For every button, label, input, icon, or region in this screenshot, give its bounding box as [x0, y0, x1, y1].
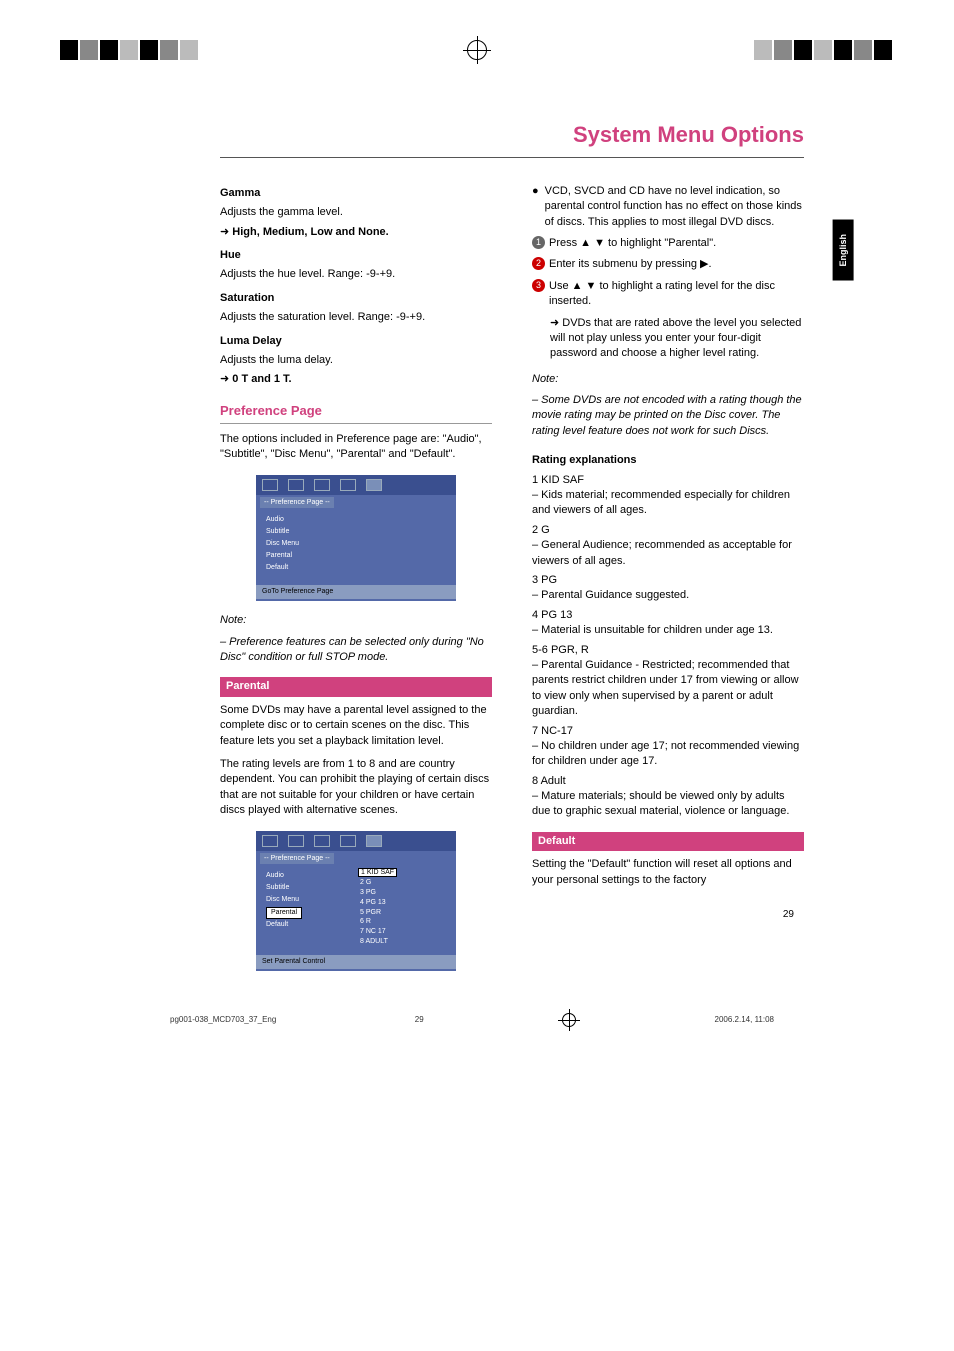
saturation-desc: Adjusts the saturation level. Range: -9-… [220, 310, 492, 325]
note-text: – Preference features can be selected on… [220, 635, 492, 666]
tab-icon [314, 479, 330, 491]
preference-page-desc: The options included in Preference page … [220, 432, 492, 463]
note-label: Note: [532, 372, 804, 387]
rating-option: 5 PGR [358, 908, 456, 918]
parental-p1: Some DVDs may have a parental level assi… [220, 703, 492, 749]
parental-heading: Parental [220, 677, 492, 696]
page-title: System Menu Options [220, 120, 804, 158]
menu-item: Subtitle [266, 882, 344, 894]
saturation-heading: Saturation [220, 291, 492, 306]
reg-center-icon [562, 1013, 576, 1027]
step-3-sub: ➜ DVDs that are rated above the level yo… [550, 316, 804, 362]
menu-item: Subtitle [266, 526, 446, 538]
menu-item: Audio [266, 870, 344, 882]
tab-icon [314, 835, 330, 847]
tab-icon-active [366, 835, 382, 847]
page-number: 29 [532, 908, 804, 922]
menu-item: Default [266, 562, 446, 574]
gamma-heading: Gamma [220, 186, 492, 201]
rating-4: 4 PG 13 – Material is unsuitable for chi… [532, 608, 804, 639]
menu-subtitle: -- Preference Page -- [260, 853, 334, 865]
footer-file: pg001-038_MCD703_37_Eng [170, 1014, 276, 1025]
tab-icon [288, 835, 304, 847]
gamma-desc: Adjusts the gamma level. [220, 205, 492, 220]
rating-option: 6 R [358, 917, 456, 927]
step-number-icon: 3 [532, 279, 545, 292]
luma-options: ➜ 0 T and 1 T. [220, 372, 492, 387]
parental-p2: The rating levels are from 1 to 8 and ar… [220, 757, 492, 819]
reg-center-icon [467, 40, 487, 60]
tab-icon [288, 479, 304, 491]
rating-option: 4 PG 13 [358, 898, 456, 908]
rating-6: 7 NC-17 – No children under age 17; not … [532, 724, 804, 770]
hue-desc: Adjusts the hue level. Range: -9-+9. [220, 267, 492, 282]
rating-option: 7 NC 17 [358, 927, 456, 937]
rating-7: 8 Adult – Mature materials; should be vi… [532, 774, 804, 820]
menu-list-right: 1 KID SAF 2 G 3 PG 4 PG 13 5 PGR 6 R 7 N… [354, 866, 456, 946]
preference-page-heading: Preference Page [220, 402, 492, 424]
note-text: – Some DVDs are not encoded with a ratin… [532, 393, 804, 439]
tab-icon-active [366, 479, 382, 491]
menu-item: Default [266, 919, 344, 931]
reg-block-right [754, 40, 894, 60]
default-text: Setting the "Default" function will rese… [532, 857, 804, 888]
tab-icon [262, 835, 278, 847]
tab-icon [262, 479, 278, 491]
menu-screenshot-parental: -- Preference Page -- Audio Subtitle Dis… [256, 831, 456, 971]
step-2: 2 Enter its submenu by pressing ▶. [532, 257, 804, 272]
default-heading: Default [532, 832, 804, 851]
luma-desc: Adjusts the luma delay. [220, 353, 492, 368]
rating-5: 5-6 PGR, R – Parental Guidance - Restric… [532, 643, 804, 720]
menu-item-selected: Parental [266, 907, 302, 919]
reg-block-left [60, 40, 200, 60]
footer-metadata: pg001-038_MCD703_37_Eng 29 2006.2.14, 11… [0, 1013, 954, 1027]
rating-2: 2 G – General Audience; recommended as a… [532, 523, 804, 569]
info-bullet: ● VCD, SVCD and CD have no level indicat… [532, 184, 804, 230]
menu-item: Parental [266, 550, 446, 562]
menu-item: Disc Menu [266, 894, 344, 906]
menu-list: Audio Subtitle Disc Menu Parental Defaul… [256, 510, 456, 577]
menu-footer: GoTo Preference Page [256, 585, 456, 599]
gamma-options: ➜ High, Medium, Low and None. [220, 225, 492, 240]
footer-page: 29 [415, 1014, 424, 1025]
menu-subtitle: -- Preference Page -- [260, 497, 334, 509]
note-label: Note: [220, 613, 492, 628]
rating-3: 3 PG – Parental Guidance suggested. [532, 573, 804, 604]
ratings-heading: Rating explanations [532, 453, 804, 468]
step-1: 1 Press ▲ ▼ to highlight "Parental". [532, 236, 804, 251]
tab-icon [340, 479, 356, 491]
rating-option: 8 ADULT [358, 937, 456, 947]
menu-tabs [256, 831, 456, 851]
footer-date: 2006.2.14, 11:08 [715, 1014, 774, 1025]
rating-1: 1 KID SAF – Kids material; recommended e… [532, 473, 804, 519]
menu-list-left: Audio Subtitle Disc Menu Parental Defaul… [256, 866, 354, 934]
rating-option: 3 PG [358, 888, 456, 898]
step-number-icon: 1 [532, 236, 545, 249]
menu-item: Disc Menu [266, 538, 446, 550]
menu-footer: Set Parental Control [256, 955, 456, 969]
menu-tabs [256, 475, 456, 495]
hue-heading: Hue [220, 248, 492, 263]
tab-icon [340, 835, 356, 847]
luma-heading: Luma Delay [220, 334, 492, 349]
rating-option: 2 G [358, 878, 456, 888]
menu-screenshot-preference: -- Preference Page -- Audio Subtitle Dis… [256, 475, 456, 602]
language-tab: English [833, 220, 854, 281]
menu-item: Audio [266, 514, 446, 526]
page-content: Gamma Adjusts the gamma level. ➜ High, M… [0, 178, 954, 983]
step-number-icon: 2 [532, 257, 545, 270]
left-column: Gamma Adjusts the gamma level. ➜ High, M… [220, 178, 492, 983]
rating-option-selected: 1 KID SAF [358, 868, 397, 877]
registration-marks-top [0, 40, 954, 60]
step-3: 3 Use ▲ ▼ to highlight a rating level fo… [532, 279, 804, 310]
right-column: ● VCD, SVCD and CD have no level indicat… [532, 178, 804, 983]
